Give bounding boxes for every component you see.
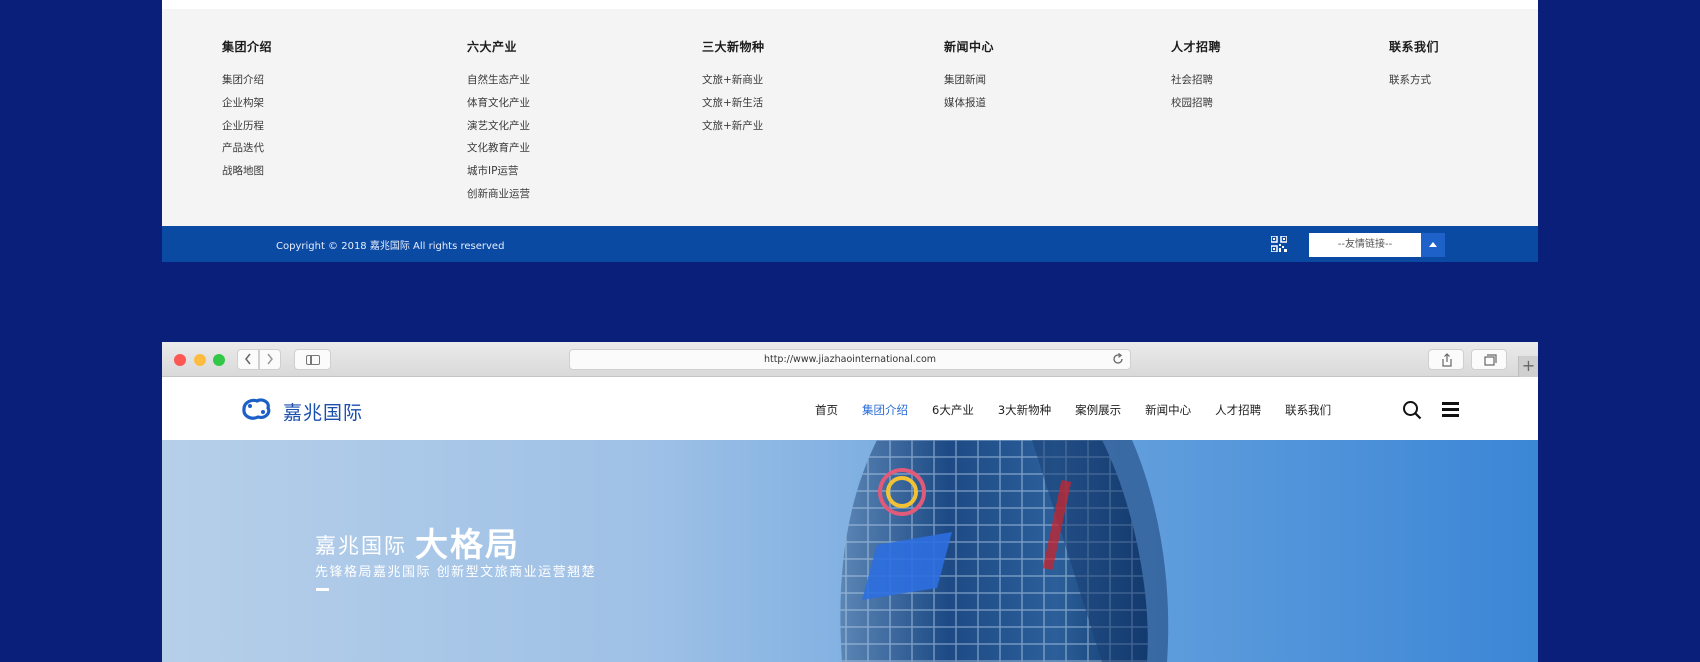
sidebar-toggle-button[interactable] (294, 349, 331, 370)
back-button[interactable] (237, 349, 259, 370)
tabs-icon (1484, 354, 1497, 366)
nav-item-recruit[interactable]: 人才招聘 (1215, 402, 1261, 418)
browser-window: http://www.jiazhaointernational.com + 嘉兆… (162, 342, 1538, 662)
menu-icon[interactable] (1442, 402, 1459, 417)
footer-column-title: 集团介绍 (222, 40, 273, 54)
nav-item-news[interactable]: 新闻中心 (1145, 402, 1191, 418)
footer-panel: 集团介绍 集团介绍 企业构架 企业历程 产品迭代 战略地图 六大产业 自然生态产… (162, 0, 1538, 262)
address-bar[interactable]: http://www.jiazhaointernational.com (569, 349, 1131, 370)
footer-link[interactable]: 企业历程 (222, 115, 272, 138)
new-tab-button[interactable]: + (1518, 356, 1538, 377)
copyright-text: Copyright © 2018 嘉兆国际 All rights reserve… (276, 241, 505, 252)
nav-item-industries[interactable]: 6大产业 (932, 402, 974, 418)
reload-icon[interactable] (1112, 353, 1124, 365)
close-window-button[interactable] (174, 354, 186, 366)
footer-column-industries: 六大产业 自然生态产业 体育文化产业 演艺文化产业 文化教育产业 城市IP运营 … (467, 38, 530, 206)
nav-item-cases[interactable]: 案例展示 (1075, 402, 1121, 418)
search-icon[interactable] (1402, 400, 1422, 420)
footer-link[interactable]: 集团介绍 (222, 69, 272, 92)
hero-title: 嘉兆国际 大格局 (315, 518, 520, 566)
footer-column-news: 新闻中心 集团新闻 媒体报道 (944, 38, 994, 115)
chevron-left-icon (245, 353, 251, 365)
forward-button[interactable] (259, 349, 281, 370)
footer-column-group-intro: 集团介绍 集团介绍 企业构架 企业历程 产品迭代 战略地图 (222, 38, 272, 183)
footer-column-contact: 联系我们 联系方式 (1389, 38, 1439, 92)
nav-item-group-intro[interactable]: 集团介绍 (862, 402, 908, 418)
hero-title-large: 大格局 (415, 525, 520, 564)
footer-column-title: 三大新物种 (702, 40, 765, 54)
share-button[interactable] (1428, 349, 1464, 370)
minimize-window-button[interactable] (194, 354, 206, 366)
footer-link[interactable]: 联系方式 (1389, 69, 1439, 92)
footer-column-title: 六大产业 (467, 40, 518, 54)
footer-link[interactable]: 文旅+新生活 (702, 92, 765, 115)
nav-item-contact[interactable]: 联系我们 (1285, 402, 1331, 418)
footer-link[interactable]: 文化教育产业 (467, 137, 530, 160)
footer-link[interactable]: 体育文化产业 (467, 92, 530, 115)
hero-title-small: 嘉兆国际 (315, 534, 407, 558)
chevron-right-icon (267, 353, 273, 365)
show-tabs-button[interactable] (1471, 349, 1507, 370)
footer-link[interactable]: 战略地图 (222, 160, 272, 183)
zoom-window-button[interactable] (213, 354, 225, 366)
brand-name[interactable]: 嘉兆国际 (283, 398, 363, 425)
share-icon (1442, 353, 1452, 367)
footer-link[interactable]: 社会招聘 (1171, 69, 1221, 92)
footer-link[interactable]: 集团新闻 (944, 69, 994, 92)
footer-link[interactable]: 文旅+新商业 (702, 69, 765, 92)
brand-logo-icon[interactable] (240, 397, 272, 421)
main-navigation: 首页 集团介绍 6大产业 3大新物种 案例展示 新闻中心 人才招聘 联系我们 (815, 402, 1355, 418)
footer-link[interactable]: 媒体报道 (944, 92, 994, 115)
footer-link[interactable]: 演艺文化产业 (467, 115, 530, 138)
copyright-bar: Copyright © 2018 嘉兆国际 All rights reserve… (162, 226, 1538, 262)
sidebar-icon (306, 355, 320, 365)
qr-code-icon[interactable] (1271, 236, 1287, 252)
footer-column-title: 联系我们 (1389, 40, 1440, 54)
friend-links-toggle-button[interactable] (1421, 233, 1445, 257)
footer-column-new-species: 三大新物种 文旅+新商业 文旅+新生活 文旅+新产业 (702, 38, 765, 137)
site-header: 嘉兆国际 首页 集团介绍 6大产业 3大新物种 案例展示 新闻中心 人才招聘 联… (162, 378, 1538, 440)
footer-column-title: 新闻中心 (944, 40, 995, 54)
hero-divider (316, 588, 329, 591)
footer-column-recruit: 人才招聘 社会招聘 校园招聘 (1171, 38, 1221, 115)
hero-banner: 嘉兆国际 大格局 先锋格局嘉兆国际 创新型文旅商业运营翘楚 (162, 440, 1538, 662)
footer-link[interactable]: 创新商业运营 (467, 183, 530, 206)
footer-link[interactable]: 企业构架 (222, 92, 272, 115)
footer-link[interactable]: 校园招聘 (1171, 92, 1221, 115)
footer-link[interactable]: 城市IP运营 (467, 160, 530, 183)
building-image (840, 440, 1169, 662)
friend-links-select[interactable]: --友情链接-- (1309, 233, 1421, 257)
footer-link[interactable]: 自然生态产业 (467, 69, 530, 92)
footer-link[interactable]: 文旅+新产业 (702, 115, 765, 138)
footer-column-title: 人才招聘 (1171, 40, 1222, 54)
nav-item-new-species[interactable]: 3大新物种 (998, 402, 1051, 418)
nav-item-home[interactable]: 首页 (815, 402, 838, 418)
browser-toolbar: http://www.jiazhaointernational.com + (162, 342, 1538, 377)
hero-subtitle: 先锋格局嘉兆国际 创新型文旅商业运营翘楚 (315, 565, 597, 580)
footer-link[interactable]: 产品迭代 (222, 137, 272, 160)
url-text: http://www.jiazhaointernational.com (763, 354, 937, 365)
